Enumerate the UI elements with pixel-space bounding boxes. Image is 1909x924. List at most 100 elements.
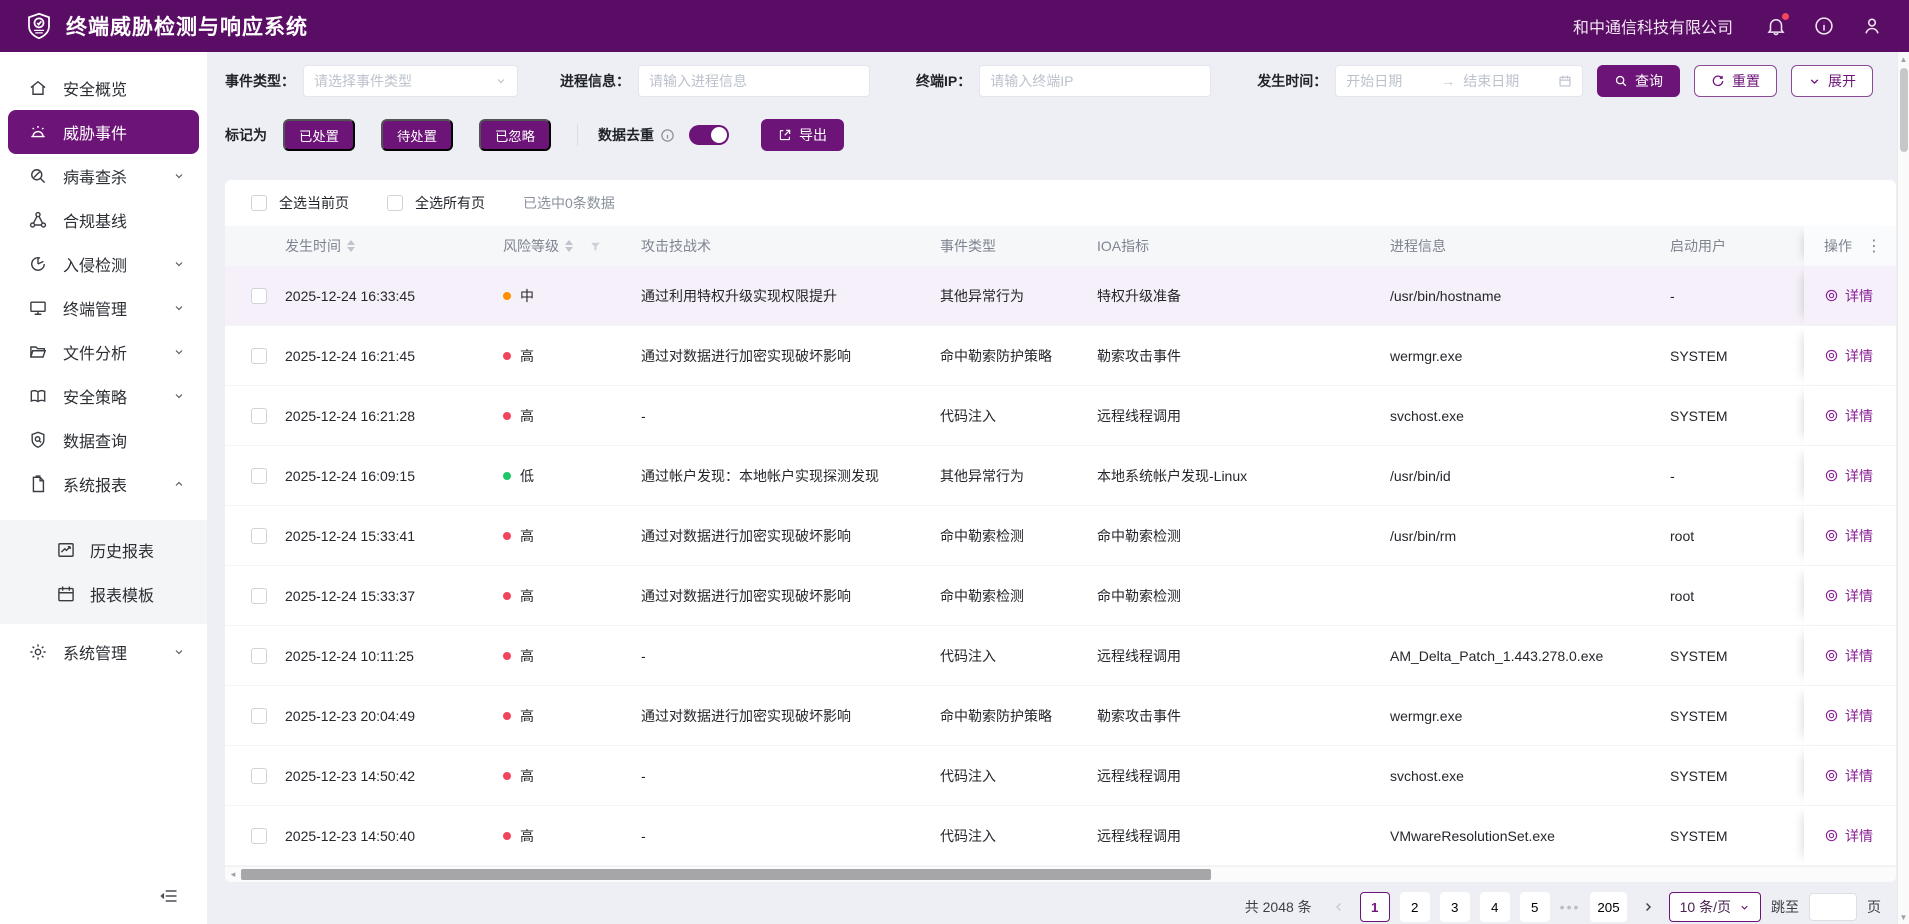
info-circle-icon[interactable] xyxy=(1813,15,1835,37)
dedupe-toggle[interactable] xyxy=(688,125,729,145)
date-range-picker[interactable]: 开始日期 → 结束日期 xyxy=(1335,65,1584,97)
sidebar-item-virus-scan[interactable]: 病毒查杀 xyxy=(8,154,199,198)
export-button[interactable]: 导出 xyxy=(760,119,844,151)
sidebar-item-intrusion-detection[interactable]: 入侵检测 xyxy=(8,242,199,286)
cell-process: /usr/bin/hostname xyxy=(1390,287,1502,304)
sidebar-item-compliance-baseline[interactable]: 合规基线 xyxy=(8,198,199,242)
cell-time: 2025-12-24 16:21:28 xyxy=(285,407,415,424)
table-row[interactable]: 2025-12-24 16:33:45 中 通过利用特权升级实现权限提升 其他异… xyxy=(225,266,1896,326)
table-row[interactable]: 2025-12-24 16:21:28 高 - 代码注入 远程线程调用 svch… xyxy=(225,386,1896,446)
row-checkbox[interactable] xyxy=(251,287,267,304)
scroll-down-arrow-icon[interactable]: ▼ xyxy=(1898,910,1909,924)
horizontal-scrollbar[interactable]: ◂ xyxy=(225,866,1896,882)
detail-link[interactable]: 详情 xyxy=(1824,286,1873,306)
notification-bell-icon[interactable] xyxy=(1765,13,1789,37)
detail-link[interactable]: 详情 xyxy=(1824,586,1873,606)
terminal-ip-input[interactable] xyxy=(990,73,1201,89)
row-checkbox[interactable] xyxy=(251,707,267,724)
row-checkbox[interactable] xyxy=(251,647,267,664)
page-button-4[interactable]: 4 xyxy=(1479,892,1510,922)
sort-control[interactable] xyxy=(347,240,355,252)
collapse-sidebar-icon[interactable] xyxy=(158,886,180,906)
sort-control[interactable] xyxy=(565,240,573,252)
cell-event-type: 命中勒索检测 xyxy=(940,527,1024,544)
sidebar-item-data-query[interactable]: 数据查询 xyxy=(8,418,199,462)
pages-ellipsis[interactable]: ••• xyxy=(1560,899,1581,915)
row-checkbox[interactable] xyxy=(251,827,267,844)
user-icon[interactable] xyxy=(1861,15,1883,37)
row-checkbox[interactable] xyxy=(251,347,267,364)
row-checkbox[interactable] xyxy=(251,587,267,604)
cell-ioa: 命中勒索检测 xyxy=(1097,587,1181,604)
sidebar-item-file-analysis[interactable]: 文件分析 xyxy=(8,330,199,374)
table-row[interactable]: 2025-12-24 15:33:37 高 通过对数据进行加密实现破坏影响 命中… xyxy=(225,566,1896,626)
chevron-down-icon xyxy=(1810,78,1819,84)
detail-link[interactable]: 详情 xyxy=(1824,526,1873,546)
sidebar-item-system-reports[interactable]: 系统报表 xyxy=(8,462,199,506)
table-row[interactable]: 2025-12-24 10:11:25 高 - 代码注入 远程线程调用 AM_D… xyxy=(225,626,1896,686)
detail-link[interactable]: 详情 xyxy=(1824,646,1873,666)
row-checkbox[interactable] xyxy=(251,767,267,784)
table-row[interactable]: 2025-12-24 15:33:41 高 通过对数据进行加密实现破坏影响 命中… xyxy=(225,506,1896,566)
table-row[interactable]: 2025-12-23 14:50:40 高 - 代码注入 远程线程调用 VMwa… xyxy=(225,806,1896,866)
reset-button[interactable]: 重置 xyxy=(1694,65,1777,97)
page-size-select[interactable]: 10 条/页 xyxy=(1668,892,1761,922)
sidebar-subitem-history-reports[interactable]: 历史报表 xyxy=(0,528,207,572)
detail-link[interactable]: 详情 xyxy=(1824,706,1873,726)
search-button[interactable]: 查询 xyxy=(1597,65,1680,97)
row-checkbox[interactable] xyxy=(251,467,267,484)
vertical-scrollbar[interactable]: ▲ ▼ xyxy=(1897,52,1909,924)
sidebar-subitem-report-templates[interactable]: 报表模板 xyxy=(0,572,207,616)
vertical-scroll-thumb[interactable] xyxy=(1900,68,1908,152)
table-row[interactable]: 2025-12-23 14:50:42 高 - 代码注入 远程线程调用 svch… xyxy=(225,746,1896,806)
mark-handled-button[interactable]: 已处置 xyxy=(283,119,355,151)
page-button-3[interactable]: 3 xyxy=(1439,892,1470,922)
process-input-wrap xyxy=(638,65,870,97)
event-type-select[interactable]: 请选择事件类型 xyxy=(303,65,518,97)
detail-link[interactable]: 详情 xyxy=(1824,466,1873,486)
select-all-pages-checkbox[interactable] xyxy=(387,195,403,211)
cell-process: wermgr.exe xyxy=(1390,707,1463,724)
row-checkbox[interactable] xyxy=(251,407,267,424)
sidebar-item-security-policy[interactable]: 安全策略 xyxy=(8,374,199,418)
sidebar-item-system-management[interactable]: 系统管理 xyxy=(8,630,199,674)
filter-funnel-icon[interactable] xyxy=(589,240,602,253)
scroll-up-arrow-icon[interactable]: ▲ xyxy=(1898,52,1909,66)
prev-page-icon[interactable] xyxy=(1328,900,1350,914)
table-row[interactable]: 2025-12-23 20:04:49 高 通过对数据进行加密实现破坏影响 命中… xyxy=(225,686,1896,746)
col-header-action: 操作 ⋮ xyxy=(1804,226,1896,266)
table-row[interactable]: 2025-12-24 16:21:45 高 通过对数据进行加密实现破坏影响 命中… xyxy=(225,326,1896,386)
col-header-ioa: IOA指标 xyxy=(1097,238,1150,254)
page-button-1[interactable]: 1 xyxy=(1359,892,1390,922)
page-button-last[interactable]: 205 xyxy=(1590,892,1627,922)
sidebar-item-threat-events[interactable]: 威胁事件 xyxy=(8,110,199,154)
info-circle-icon[interactable] xyxy=(660,128,675,143)
process-input[interactable] xyxy=(649,73,859,89)
horizontal-scroll-thumb[interactable] xyxy=(241,869,1211,880)
mark-ignored-button[interactable]: 已忽略 xyxy=(478,119,551,151)
detail-link[interactable]: 详情 xyxy=(1824,346,1873,366)
col-header-process: 进程信息 xyxy=(1390,238,1446,254)
sidebar-item-endpoint-management[interactable]: 终端管理 xyxy=(8,286,199,330)
expand-button[interactable]: 展开 xyxy=(1791,65,1873,97)
detail-link[interactable]: 详情 xyxy=(1824,826,1873,846)
mark-pending-button[interactable]: 待处置 xyxy=(380,119,453,151)
column-settings-icon[interactable]: ⋮ xyxy=(1866,236,1882,256)
gear-icon xyxy=(28,642,48,662)
row-checkbox[interactable] xyxy=(251,527,267,544)
cell-time: 2025-12-24 16:21:45 xyxy=(285,347,415,364)
cell-event-type: 命中勒索防护策略 xyxy=(940,347,1052,364)
scroll-left-arrow-icon[interactable]: ◂ xyxy=(225,869,241,880)
jump-page-input[interactable] xyxy=(1809,893,1857,921)
select-current-page-checkbox[interactable] xyxy=(251,195,267,211)
shield-search-icon xyxy=(28,430,48,450)
detail-link[interactable]: 详情 xyxy=(1824,766,1873,786)
page-button-2[interactable]: 2 xyxy=(1399,892,1430,922)
cell-process: AM_Delta_Patch_1.443.278.0.exe xyxy=(1390,647,1604,664)
sidebar-item-security-overview[interactable]: 安全概览 xyxy=(8,66,199,110)
page-button-5[interactable]: 5 xyxy=(1519,892,1550,922)
table-row[interactable]: 2025-12-24 16:09:15 低 通过帐户发现：本地帐户实现探测发现 … xyxy=(225,446,1896,506)
next-page-icon[interactable] xyxy=(1637,900,1659,914)
detail-link[interactable]: 详情 xyxy=(1824,406,1873,426)
chevron-down-icon xyxy=(173,346,185,358)
